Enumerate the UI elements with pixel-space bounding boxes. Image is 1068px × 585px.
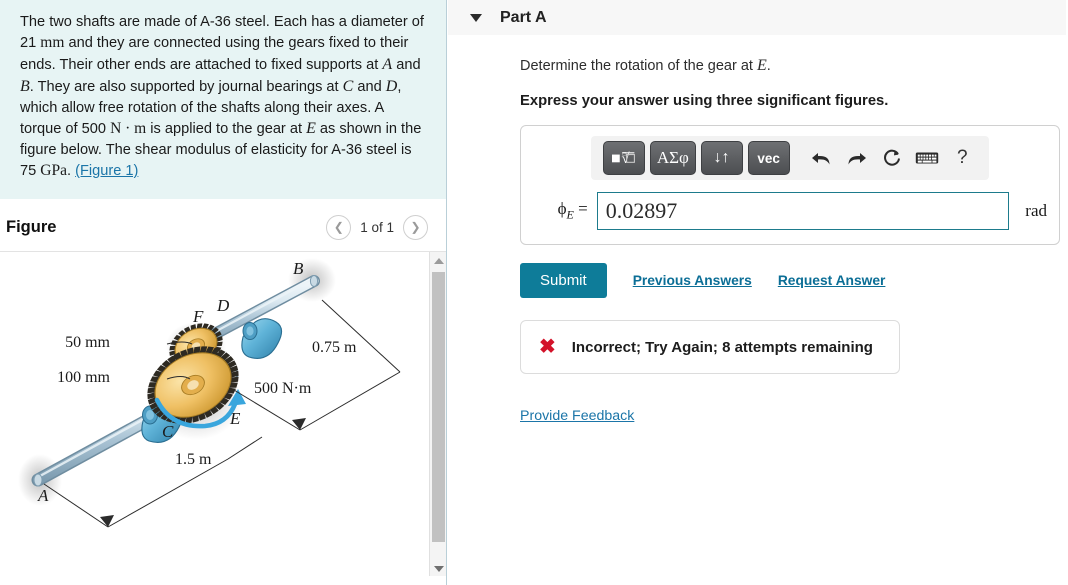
part-title: Part A [500,8,547,26]
undo-icon[interactable] [807,143,836,173]
x-mark-icon: ✖ [539,336,556,358]
label-B: B [293,259,304,278]
part-a-body: Determine the rotation of the gear at E.… [448,35,1068,425]
figure-header: Figure ❮ 1 of 1 ❯ [0,199,446,251]
svg-text:□: □ [622,151,626,157]
right-panel: Part A Determine the rotation of the gea… [448,0,1068,585]
answer-panel: √ □ ΑΣφ ↓↑ vec ? ϕE = 0.02897 rad [520,125,1060,245]
label-1.5m: 1.5 m [175,451,212,468]
figure-title: Figure [6,217,57,236]
figure-viewport: B D F C E A 50 mm 100 mm 0.75 m 1.5 m 50… [0,251,446,577]
label-E: E [229,409,241,428]
template-sqrt-button[interactable]: √ □ [603,141,646,175]
problem-text-seg-8: and [353,78,386,95]
phi-symbol: ϕ [557,199,567,219]
label-F: F [192,307,204,326]
answer-unit: rad [1025,201,1047,220]
label-torque: 500 N·m [254,380,312,397]
unit-mm: mm [40,34,65,52]
label-A: A [37,486,49,505]
label-C: C [162,422,174,441]
label-100mm: 100 mm [57,369,110,386]
figure-navigation: ❮ 1 of 1 ❯ [326,214,428,240]
greek-symbols-button[interactable]: ΑΣφ [650,141,696,175]
help-icon[interactable]: ? [948,143,977,173]
label-50mm: 50 mm [65,334,110,351]
prompt-var-E: E [756,57,767,74]
label-0.75m: 0.75 m [312,339,357,356]
var-A: A [382,55,393,73]
left-panel: The two shafts are made of A-36 steel. E… [0,0,447,585]
shaft-gear-diagram: B D F C E A 50 mm 100 mm 0.75 m 1.5 m 50… [18,258,401,528]
keyboard-icon[interactable] [912,143,941,173]
triangle-down-icon[interactable] [430,560,446,577]
figure-counter: 1 of 1 [360,219,394,235]
mastering-physics-problem-page: The two shafts are made of A-36 steel. E… [0,0,1068,585]
chevron-right-icon[interactable]: ❯ [403,214,428,240]
scrollbar-thumb[interactable] [432,272,445,543]
provide-feedback-link[interactable]: Provide Feedback [520,408,634,424]
prompt-period: . [766,58,771,74]
var-D: D [385,77,398,95]
problem-text-seg-12: is applied to the gear at [146,120,307,137]
previous-answers-link[interactable]: Previous Answers [633,273,752,288]
triangle-down-icon[interactable] [470,13,482,22]
feedback-status-box: ✖ Incorrect; Try Again; 8 attempts remai… [520,320,900,374]
answer-input[interactable] [596,192,1010,230]
problem-text-seg-4: and [392,56,421,73]
unit-gpa: GPa [40,161,67,179]
problem-statement-box: The two shafts are made of A-36 steel. E… [0,0,446,200]
problem-text: The two shafts are made of A-36 steel. E… [20,12,426,181]
var-E: E [306,119,316,137]
submit-button[interactable]: Submit [520,263,607,298]
express-instruction: Express your answer using three signific… [520,93,889,109]
figure-1-link[interactable]: (Figure 1) [75,163,138,179]
prompt-text: Determine the rotation of the gear at [520,58,757,74]
submit-row: Submit Previous Answers Request Answer [520,263,1068,298]
answer-input-row: ϕE = rad [533,192,1047,230]
arrows-button[interactable]: ↓↑ [700,141,743,175]
reset-icon[interactable] [877,143,906,173]
problem-text-seg-2: and they are connected using the gears f… [20,35,409,73]
figure-scrollbar[interactable] [429,252,446,577]
vector-button[interactable]: vec [747,141,790,175]
phi-subscript: E [566,207,574,222]
bearing-d [241,318,283,360]
var-B: B [20,77,30,95]
label-D: D [216,296,230,315]
question-prompt: Determine the rotation of the gear at E. [520,57,1068,75]
unit-newton-meter: N · m [110,119,147,137]
feedback-message: Incorrect; Try Again; 8 attempts remaini… [571,338,873,356]
triangle-up-icon[interactable] [430,252,446,270]
request-answer-link[interactable]: Request Answer [778,273,886,288]
problem-text-seg-16: . [67,162,76,179]
problem-text-seg-6: . They are also supported by journal bea… [29,78,343,95]
var-C: C [342,77,354,95]
part-a-header[interactable]: Part A [448,0,1066,35]
answer-variable-label: ϕE = [543,199,597,222]
chevron-left-icon[interactable]: ❮ [326,214,352,240]
equals-sign: = [578,199,588,219]
math-toolbar: √ □ ΑΣφ ↓↑ vec ? [591,136,989,180]
redo-icon[interactable] [842,143,871,173]
